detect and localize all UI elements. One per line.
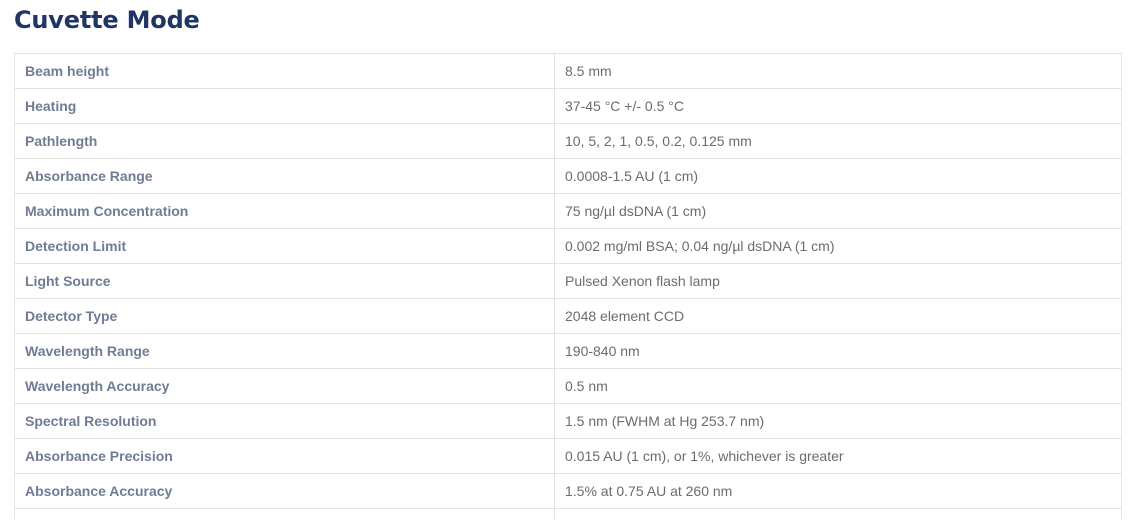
table-row-partial	[14, 508, 1122, 519]
page-title: Cuvette Mode	[14, 6, 200, 34]
spec-label: Spectral Resolution	[14, 403, 555, 439]
table-row: Pathlength 10, 5, 2, 1, 0.5, 0.2, 0.125 m…	[14, 123, 1122, 159]
table-row: Detection Limit 0.002 mg/ml BSA; 0.04 ng/…	[14, 228, 1122, 264]
table-row: Wavelength Range 190-840 nm	[14, 333, 1122, 369]
spec-label: Heating	[14, 88, 555, 124]
spec-label: Maximum Concentration	[14, 193, 555, 229]
spec-label: Pathlength	[14, 123, 555, 159]
spec-label: Wavelength Range	[14, 333, 555, 369]
spec-value: 0.5 nm	[554, 368, 1122, 404]
table-row: Detector Type 2048 element CCD	[14, 298, 1122, 334]
spec-value: Pulsed Xenon flash lamp	[554, 263, 1122, 299]
specifications-table: Beam height 8.5 mm Heating 37-45 °C +/- 0.5…	[14, 53, 1122, 519]
spec-label: Absorbance Range	[14, 158, 555, 194]
specifications-table-body: Beam height 8.5 mm Heating 37-45 °C +/- 0.5…	[14, 53, 1122, 519]
spec-value: 2048 element CCD	[554, 298, 1122, 334]
spec-value: 75 ng/µl dsDNA (1 cm)	[554, 193, 1122, 229]
table-row: Maximum Concentration 75 ng/µl dsDNA (1 c…	[14, 193, 1122, 229]
spec-value: 37-45 °C +/- 0.5 °C	[554, 88, 1122, 124]
spec-label: Absorbance Precision	[14, 438, 555, 474]
spec-label: Detector Type	[14, 298, 555, 334]
table-row: Wavelength Accuracy 0.5 nm	[14, 368, 1122, 404]
spec-value: 1.5% at 0.75 AU at 260 nm	[554, 473, 1122, 509]
spec-value: 0.0008-1.5 AU (1 cm)	[554, 158, 1122, 194]
spec-value: 10, 5, 2, 1, 0.5, 0.2, 0.125 mm	[554, 123, 1122, 159]
spec-label: Beam height	[14, 53, 555, 89]
table-row: Absorbance Range 0.0008-1.5 AU (1 cm)	[14, 158, 1122, 194]
table-row: Spectral Resolution 1.5 nm (FWHM at Hg 25…	[14, 403, 1122, 439]
table-row: Absorbance Precision 0.015 AU (1 cm), or …	[14, 438, 1122, 474]
spec-value: 8.5 mm	[554, 53, 1122, 89]
spec-value-cell	[554, 508, 1122, 519]
spec-label: Light Source	[14, 263, 555, 299]
spec-label-cell	[14, 508, 555, 519]
spec-label: Detection Limit	[14, 228, 555, 264]
table-row: Absorbance Accuracy 1.5% at 0.75 AU at 26…	[14, 473, 1122, 509]
table-row: Beam height 8.5 mm	[14, 53, 1122, 89]
spec-label: Wavelength Accuracy	[14, 368, 555, 404]
spec-value: 0.002 mg/ml BSA; 0.04 ng/µl dsDNA (1 cm)	[554, 228, 1122, 264]
spec-value: 1.5 nm (FWHM at Hg 253.7 nm)	[554, 403, 1122, 439]
spec-value: 190-840 nm	[554, 333, 1122, 369]
table-row: Heating 37-45 °C +/- 0.5 °C	[14, 88, 1122, 124]
spec-value: 0.015 AU (1 cm), or 1%, whichever is gre…	[554, 438, 1122, 474]
spec-label: Absorbance Accuracy	[14, 473, 555, 509]
table-row: Light Source Pulsed Xenon flash lamp	[14, 263, 1122, 299]
